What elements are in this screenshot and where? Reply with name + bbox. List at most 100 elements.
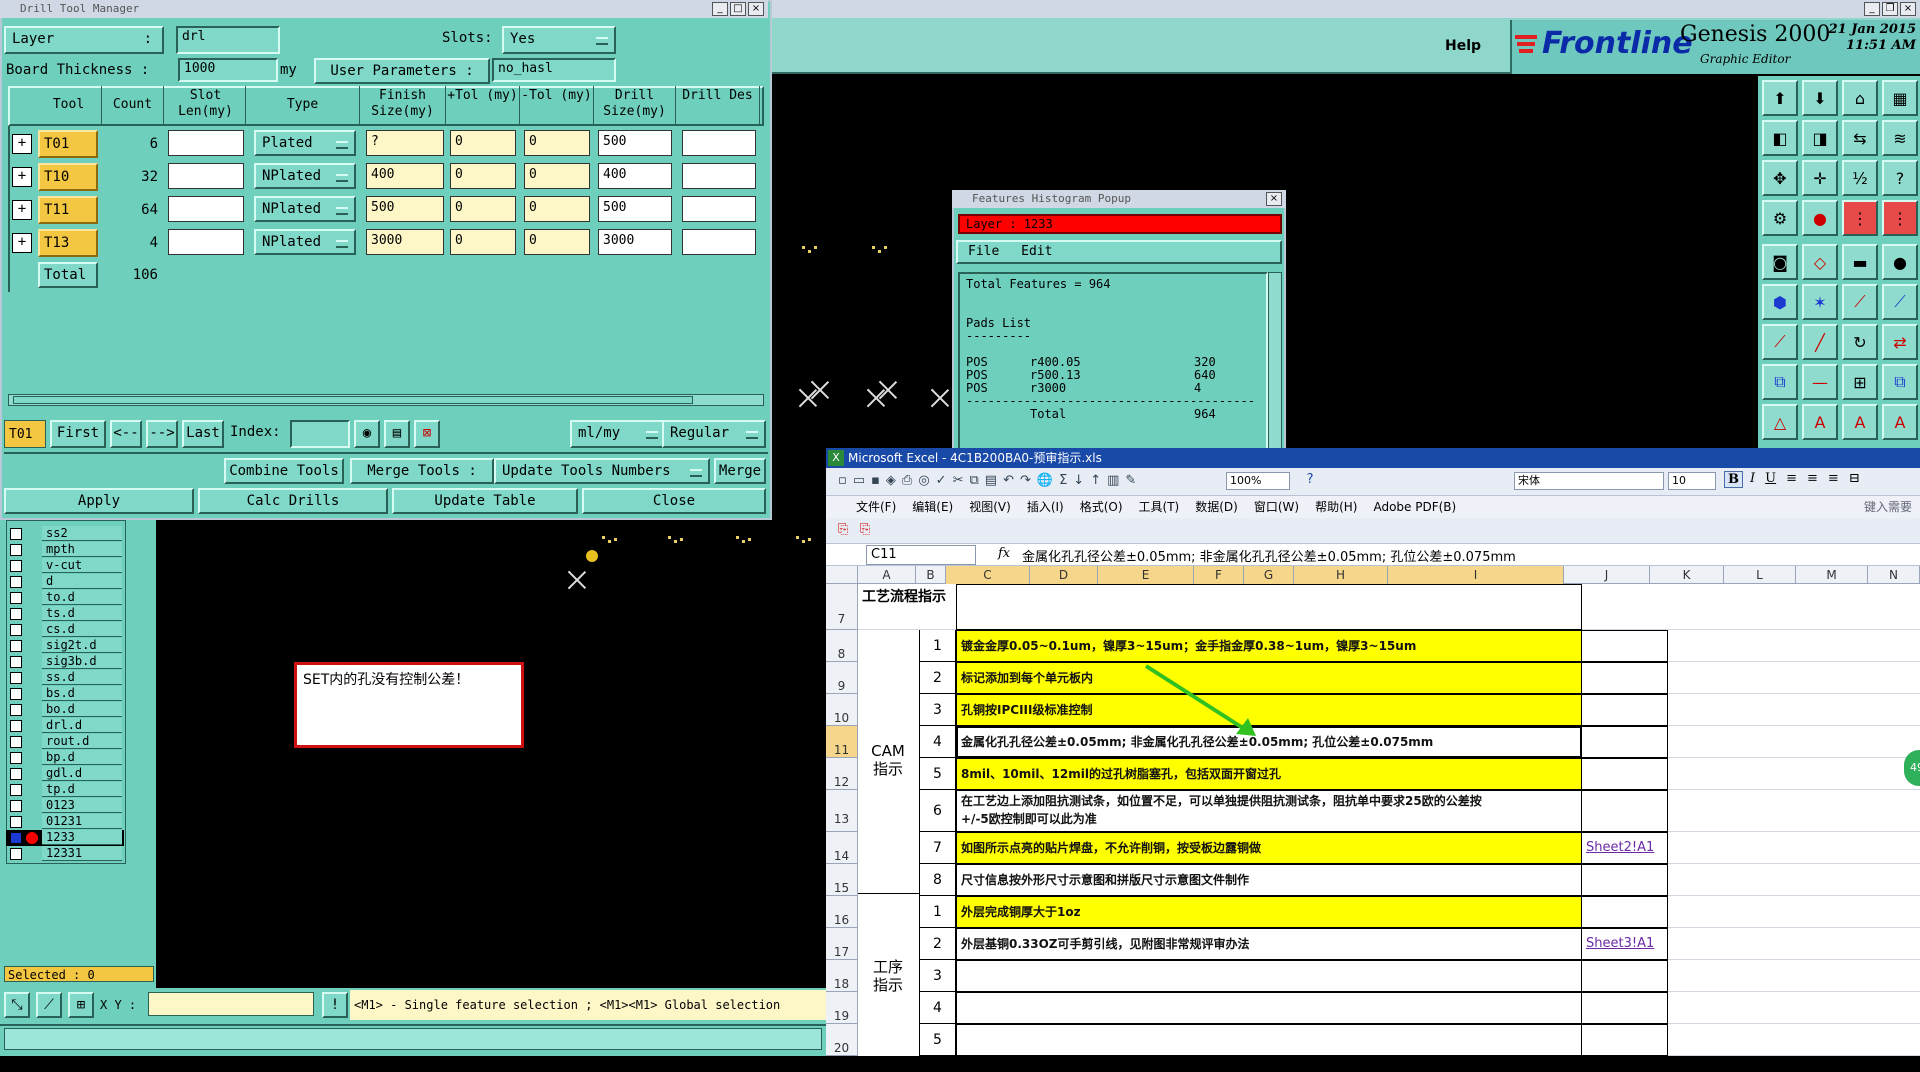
layer-checkbox[interactable]	[10, 848, 22, 860]
col-header-g[interactable]: G	[1244, 566, 1294, 584]
sheet-link[interactable]: Sheet3!A1	[1586, 936, 1654, 951]
item-number[interactable]: 4	[920, 992, 956, 1024]
snap-icon[interactable]: ≋	[1882, 120, 1918, 156]
layer-name[interactable]: tp.d	[42, 782, 122, 797]
layer-checkbox[interactable]	[10, 768, 22, 780]
layer-name[interactable]: to.d	[42, 590, 122, 605]
home-icon[interactable]: ⌂	[1842, 80, 1878, 116]
link-cell[interactable]	[1582, 960, 1668, 992]
layer-row[interactable]: 01231	[6, 814, 124, 830]
layer-checkbox[interactable]	[10, 832, 22, 844]
drill-size-input[interactable]: 500	[598, 196, 672, 222]
layer-checkbox[interactable]	[10, 624, 22, 636]
copy-icon[interactable]: ⧉	[1762, 364, 1798, 400]
col-header-f[interactable]: F	[1194, 566, 1244, 584]
list-icon[interactable]: ▤	[384, 420, 410, 448]
layer-name[interactable]: 12331	[42, 846, 122, 861]
net-icon[interactable]: ✶	[1802, 284, 1838, 320]
align-center-icon[interactable]: ≡	[1804, 471, 1821, 488]
name-box[interactable]: C11	[866, 545, 976, 565]
layer-name[interactable]: bp.d	[42, 750, 122, 765]
new-icon[interactable]: ▫	[838, 473, 847, 488]
drill-des-input[interactable]	[682, 229, 756, 255]
layer-name[interactable]: bo.d	[42, 702, 122, 717]
zoom-home-icon[interactable]: ✛	[1802, 160, 1838, 196]
minus-tol-input[interactable]: 0	[524, 163, 590, 189]
header-cell[interactable]: 工艺流程指示	[862, 588, 946, 606]
finish-size-input[interactable]: 500	[366, 196, 444, 222]
select-all[interactable]	[826, 566, 858, 584]
row-header[interactable]: 20	[826, 1024, 858, 1056]
link-cell[interactable]	[1582, 758, 1668, 790]
arc-icon[interactable]: ╱	[1802, 324, 1838, 360]
item-number[interactable]: 2	[920, 662, 956, 694]
tool-id[interactable]: T11	[38, 196, 98, 224]
layer-name[interactable]: 1233	[42, 830, 122, 845]
col-header-e[interactable]: E	[1098, 566, 1194, 584]
drill-des-input[interactable]	[682, 163, 756, 189]
slot-len-input[interactable]	[168, 130, 244, 156]
row-header[interactable]: 11	[826, 726, 858, 758]
layer-row[interactable]: sig3b.d	[6, 654, 124, 670]
layer-checkbox[interactable]	[10, 656, 22, 668]
item-number[interactable]: 3	[920, 694, 956, 726]
units-select[interactable]: ml/my	[570, 420, 666, 448]
layer-checkbox[interactable]	[10, 752, 22, 764]
layer-checkbox[interactable]	[10, 560, 22, 572]
excel-menu-item[interactable]: Adobe PDF(B)	[1373, 496, 1456, 518]
help-icon[interactable]: ?	[1306, 472, 1314, 487]
layer-name[interactable]: v-cut	[42, 558, 122, 573]
last-button[interactable]: Last	[182, 420, 224, 448]
sheet-link[interactable]: Sheet2!A1	[1586, 840, 1654, 855]
layer-name[interactable]: cs.d	[42, 622, 122, 637]
hyperlink-icon[interactable]: 🌐	[1037, 473, 1053, 488]
layer-checkbox[interactable]	[10, 688, 22, 700]
layer-checkbox[interactable]	[10, 592, 22, 604]
fit-icon[interactable]: ✥	[1762, 160, 1798, 196]
link-cell[interactable]	[1582, 726, 1668, 758]
resize-icon[interactable]: ⊞	[1842, 364, 1878, 400]
line-icon[interactable]: ⟋	[1762, 324, 1798, 360]
finish-size-input[interactable]: ?	[366, 130, 444, 156]
pad-add-icon[interactable]: ◙	[1762, 244, 1798, 280]
excel-menu-item[interactable]: 视图(V)	[969, 496, 1011, 518]
col-header-n[interactable]: N	[1868, 566, 1920, 584]
type-select[interactable]: Plated	[254, 130, 356, 156]
bold-button[interactable]: B	[1724, 471, 1743, 488]
expand-row-icon[interactable]: +	[12, 134, 32, 154]
layer-row[interactable]: 1233	[6, 830, 124, 846]
sort-desc-icon[interactable]: ↑	[1090, 473, 1101, 488]
layer-checkbox[interactable]	[10, 736, 22, 748]
help-menu[interactable]: Help	[1445, 38, 1481, 54]
row-header[interactable]: 10	[826, 694, 858, 726]
col-header-k[interactable]: K	[1650, 566, 1724, 584]
row-header[interactable]: 18	[826, 960, 858, 992]
slot-len-input[interactable]	[168, 163, 244, 189]
excel-menu-item[interactable]: 文件(F)	[856, 496, 896, 518]
align-left-icon[interactable]: ≡	[1783, 471, 1800, 488]
plus-tol-input[interactable]: 0	[450, 229, 516, 255]
close-icon[interactable]: ×	[748, 2, 764, 16]
row-header[interactable]: 16	[826, 896, 858, 928]
layer-button[interactable]: Layer:	[4, 26, 164, 54]
sum-icon[interactable]: Σ	[1059, 473, 1067, 488]
minus-icon[interactable]: —	[1802, 364, 1838, 400]
triangle-icon[interactable]: △	[1762, 404, 1798, 440]
layer-row[interactable]: bp.d	[6, 750, 124, 766]
update-table-button[interactable]: Update Table	[392, 488, 578, 514]
menu-edit[interactable]: Edit	[1021, 244, 1052, 259]
update-tools-numbers-select[interactable]: Update Tools Numbers	[494, 458, 710, 484]
merge-center-icon[interactable]: ⊟	[1846, 471, 1863, 488]
save-icon[interactable]: ⬇	[1802, 80, 1838, 116]
link-cell[interactable]	[1582, 896, 1668, 928]
excel-menu-item[interactable]: 插入(I)	[1027, 496, 1064, 518]
layer-name[interactable]: mpth	[42, 542, 122, 557]
link-icon[interactable]: ⟋	[1882, 284, 1918, 320]
drill-size-input[interactable]: 400	[598, 163, 672, 189]
finish-size-input[interactable]: 400	[366, 163, 444, 189]
minus-tol-input[interactable]: 0	[524, 196, 590, 222]
zoom-select[interactable]: 100%	[1226, 472, 1290, 490]
expand-row-icon[interactable]: +	[12, 167, 32, 187]
excel-menu-item[interactable]: 窗口(W)	[1254, 496, 1299, 518]
pdf-convert-icon[interactable]: ⎘	[838, 522, 848, 537]
